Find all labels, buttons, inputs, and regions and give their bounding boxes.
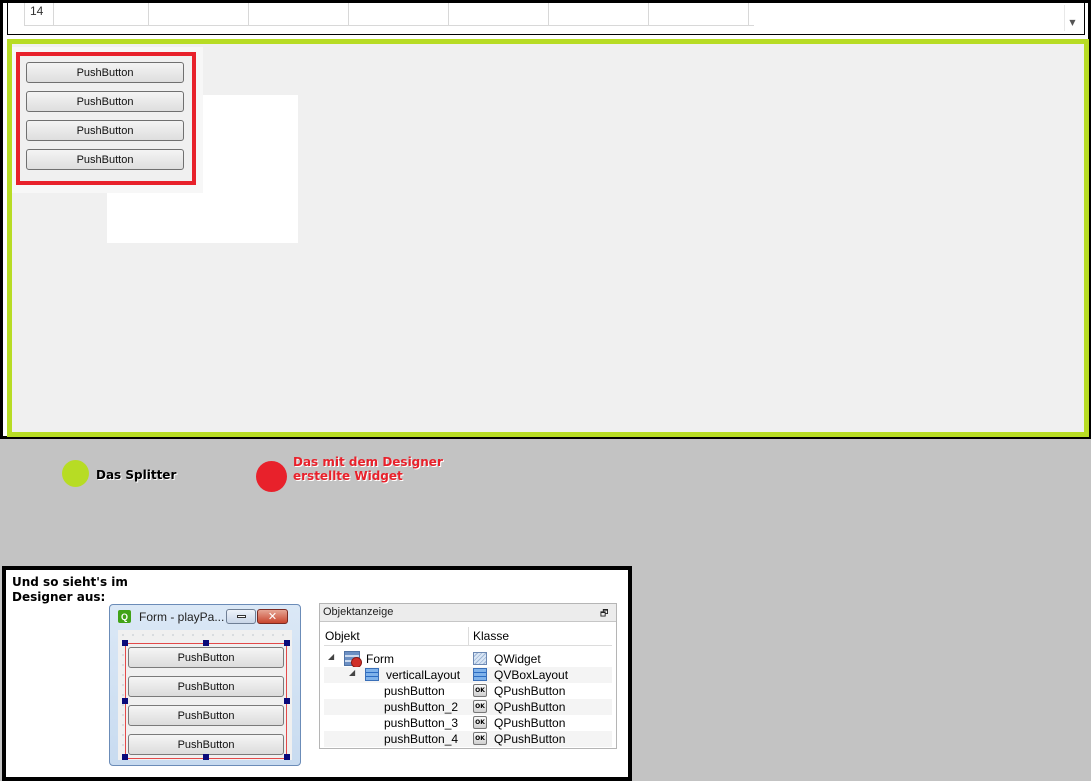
- form-push-button-2[interactable]: PushButton: [128, 676, 284, 697]
- tree-row-form[interactable]: ◢ Form QWidget: [324, 651, 612, 668]
- grid-line: [648, 3, 649, 25]
- grid-line: [448, 3, 449, 25]
- class-name: QPushButton: [494, 732, 566, 746]
- push-button-4[interactable]: PushButton: [26, 149, 184, 170]
- expand-arrow-icon[interactable]: ◢: [349, 668, 355, 677]
- ok-button-icon: OK: [473, 700, 487, 713]
- float-dock-icon[interactable]: 🗗: [600, 606, 610, 618]
- selection-handle[interactable]: [122, 698, 128, 704]
- class-name: QPushButton: [494, 716, 566, 730]
- application-frame: 14 ▼ PushButton PushButton PushButton Pu…: [0, 0, 1091, 439]
- ok-button-icon: OK: [473, 732, 487, 745]
- tree-row-pushbutton[interactable]: pushButton OK QPushButton: [324, 683, 612, 699]
- designer-widget-legend-label: Das mit dem Designer erstellte Widget: [293, 455, 443, 483]
- grid-line: [248, 3, 249, 25]
- minimize-icon: [236, 615, 246, 618]
- grid-line: [548, 3, 549, 25]
- form-push-button-4[interactable]: PushButton: [128, 734, 284, 755]
- form-object-icon: [344, 651, 362, 668]
- object-inspector-title: Objektanzeige 🗗: [320, 604, 616, 622]
- form-canvas[interactable]: PushButton PushButton PushButton PushBut…: [118, 630, 292, 760]
- selection-handle[interactable]: [284, 754, 290, 760]
- selection-handle[interactable]: [122, 640, 128, 646]
- selection-handle[interactable]: [203, 640, 209, 646]
- form-push-button-3[interactable]: PushButton: [128, 705, 284, 726]
- designer-caption: Und so sieht's im Designer aus:: [12, 575, 128, 604]
- tree-row-pushbutton-4[interactable]: pushButton_4 OK QPushButton: [324, 731, 612, 747]
- designer-preview-box: Und so sieht's im Designer aus: Q Form -…: [2, 566, 632, 781]
- object-inspector: Objektanzeige 🗗 Objekt Klasse ◢ Form QWi…: [319, 603, 617, 749]
- object-name: pushButton_2: [384, 700, 459, 714]
- tree-row-pushbutton-3[interactable]: pushButton_3 OK QPushButton: [324, 715, 612, 731]
- grid-line: [148, 3, 149, 25]
- table-row-header[interactable]: 14: [24, 3, 54, 25]
- designer-widget-container: PushButton PushButton PushButton PushBut…: [12, 47, 203, 193]
- designer-widget: PushButton PushButton PushButton PushBut…: [16, 52, 196, 185]
- widget-icon: [473, 652, 487, 665]
- grid-line: [24, 25, 754, 26]
- form-window[interactable]: Q Form - playPa... ✕ PushButton PushButt…: [109, 604, 301, 766]
- selection-handle[interactable]: [284, 698, 290, 704]
- selection-handle[interactable]: [284, 640, 290, 646]
- close-button[interactable]: ✕: [257, 609, 288, 624]
- tree-row-pushbutton-2[interactable]: pushButton_2 OK QPushButton: [324, 699, 612, 715]
- object-inspector-header: Objekt Klasse: [324, 627, 612, 646]
- object-name: verticalLayout: [386, 668, 461, 682]
- column-header-object[interactable]: Objekt: [325, 629, 360, 643]
- splitter-legend-dot: [62, 460, 89, 487]
- layout-object-icon: [365, 668, 379, 681]
- selection-handle[interactable]: [203, 754, 209, 760]
- push-button-3[interactable]: PushButton: [26, 120, 184, 141]
- grid-line: [348, 3, 349, 25]
- form-window-title: Form - playPa...: [139, 610, 225, 624]
- tree-row-verticallayout[interactable]: ◢ verticalLayout QVBoxLayout: [324, 667, 612, 683]
- push-button-2[interactable]: PushButton: [26, 91, 184, 112]
- splitter[interactable]: PushButton PushButton PushButton PushBut…: [7, 39, 1089, 437]
- object-inspector-title-text: Objektanzeige: [323, 606, 394, 618]
- scroll-down-arrow-icon[interactable]: ▼: [1064, 5, 1080, 31]
- vertical-layout[interactable]: PushButton PushButton PushButton PushBut…: [125, 643, 287, 759]
- object-name: pushButton: [384, 684, 445, 698]
- grid-line: [748, 3, 749, 25]
- form-push-button-1[interactable]: PushButton: [128, 647, 284, 668]
- push-button-1[interactable]: PushButton: [26, 62, 184, 83]
- qt-app-icon: Q: [118, 610, 131, 623]
- column-divider[interactable]: [468, 627, 469, 645]
- object-name: pushButton_3: [384, 716, 459, 730]
- column-header-class[interactable]: Klasse: [473, 629, 509, 643]
- designer-widget-legend-dot: [256, 461, 287, 492]
- class-name: QWidget: [494, 652, 541, 666]
- ok-button-icon: OK: [473, 716, 487, 729]
- expand-arrow-icon[interactable]: ◢: [328, 652, 334, 661]
- class-name: QPushButton: [494, 700, 566, 714]
- minimize-button[interactable]: [226, 609, 256, 624]
- splitter-legend-label: Das Splitter: [96, 468, 177, 482]
- object-name: pushButton_4: [384, 732, 459, 746]
- object-name: Form: [366, 652, 394, 666]
- layout-icon: [473, 668, 487, 681]
- table-view[interactable]: 14 ▼: [7, 3, 1085, 35]
- class-name: QPushButton: [494, 684, 566, 698]
- form-titlebar[interactable]: Q Form - playPa... ✕: [110, 605, 300, 629]
- ok-button-icon: OK: [473, 684, 487, 697]
- class-name: QVBoxLayout: [494, 668, 569, 682]
- selection-handle[interactable]: [122, 754, 128, 760]
